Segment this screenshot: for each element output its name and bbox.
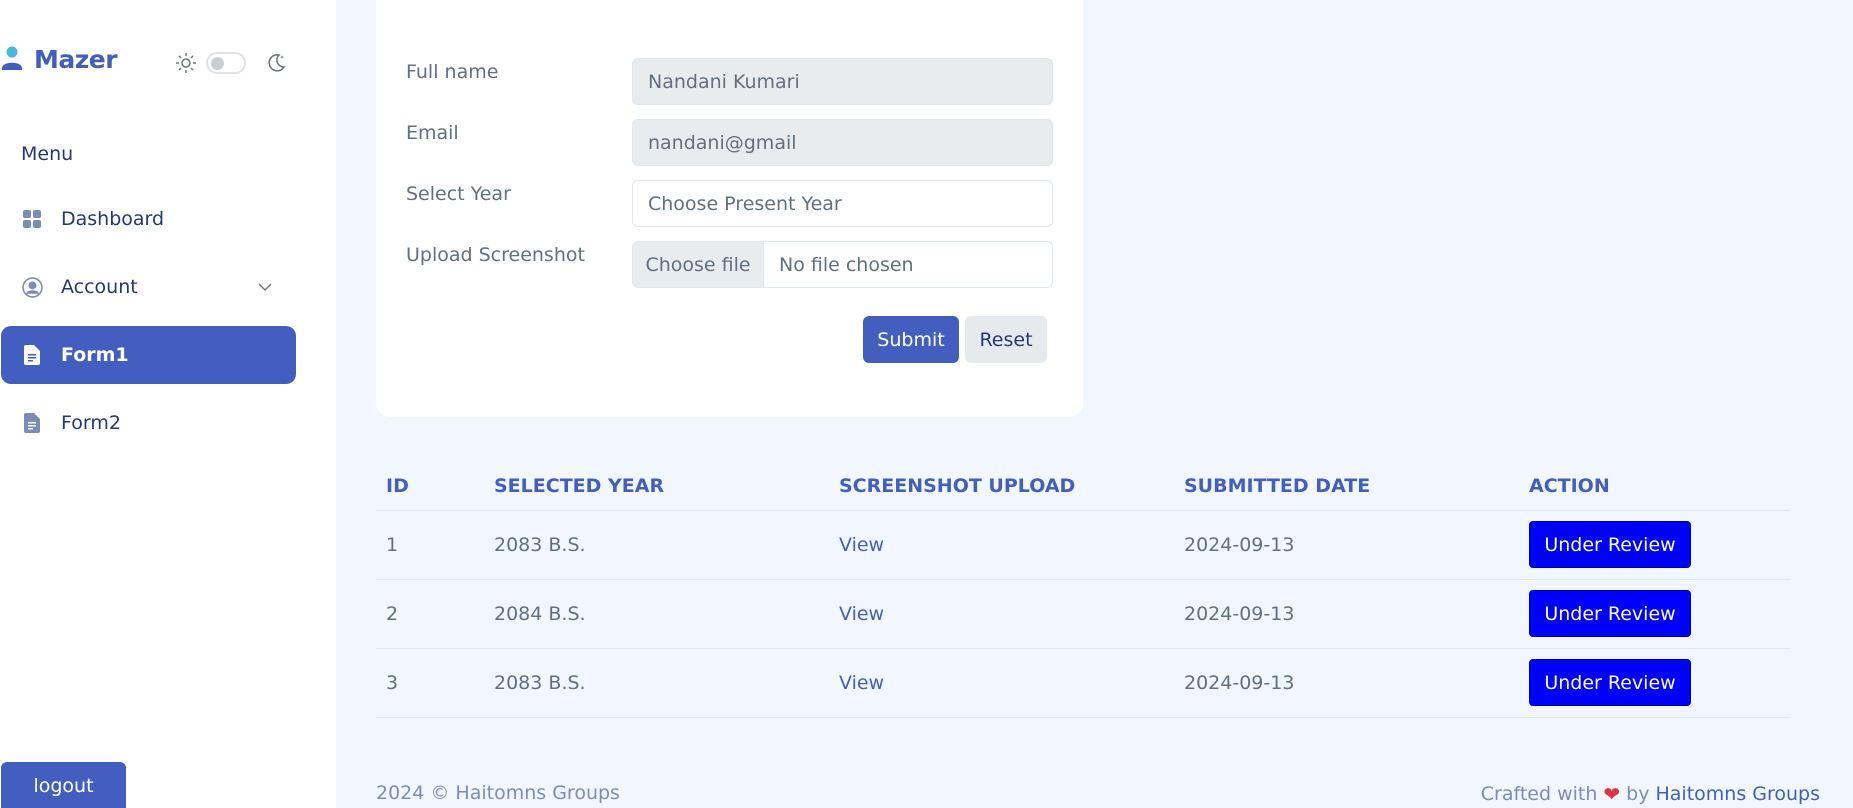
header-screenshot-upload: SCREENSHOT UPLOAD xyxy=(829,462,1174,511)
header-submitted-date: SUBMITTED DATE xyxy=(1174,462,1519,511)
footer-company-link[interactable]: Haitomns Groups xyxy=(1655,783,1820,805)
footer-copyright: 2024 © Haitomns Groups xyxy=(376,782,620,804)
heart-icon: ❤ xyxy=(1603,782,1621,806)
sidebar: Mazer Menu Dashboard Account Form1 Form2… xyxy=(0,0,336,808)
under-review-button[interactable]: Under Review xyxy=(1529,521,1691,568)
cell-upload: View xyxy=(829,579,1174,649)
sidebar-item-label: Form2 xyxy=(61,412,121,434)
cell-upload: View xyxy=(829,648,1174,718)
sun-icon xyxy=(176,53,196,73)
cell-id: 1 xyxy=(376,510,484,580)
cell-action: Under Review xyxy=(1519,510,1790,580)
cell-action: Under Review xyxy=(1519,579,1790,649)
sidebar-item-dashboard[interactable]: Dashboard xyxy=(1,190,296,248)
logout-button[interactable]: logout xyxy=(1,762,126,808)
sidebar-item-label: Account xyxy=(61,276,138,298)
email-field[interactable]: nandani@gmail xyxy=(632,119,1053,166)
brand-name: Mazer xyxy=(34,44,118,74)
sidebar-item-label: Dashboard xyxy=(61,208,165,230)
fullname-row: Full name Nandani Kumari xyxy=(406,58,1053,106)
moon-icon xyxy=(268,54,286,72)
cell-year: 2083 B.S. xyxy=(484,510,829,580)
header-id: ID xyxy=(376,462,484,511)
sidebar-item-label: Form1 xyxy=(61,344,129,366)
fullname-label: Full name xyxy=(406,61,499,83)
chevron-down-icon xyxy=(258,283,272,291)
menu-title: Menu xyxy=(21,143,74,165)
theme-switch-knob xyxy=(211,57,224,70)
fullname-field[interactable]: Nandani Kumari xyxy=(632,58,1053,105)
grid-icon xyxy=(21,208,43,230)
sidebar-item-form1[interactable]: Form1 xyxy=(1,326,296,384)
cell-date: 2024-09-13 xyxy=(1174,579,1519,649)
under-review-button[interactable]: Under Review xyxy=(1529,590,1691,637)
cell-date: 2024-09-13 xyxy=(1174,648,1519,718)
file-text-icon xyxy=(21,344,43,366)
cell-id: 3 xyxy=(376,648,484,718)
table-header-row: ID SELECTED YEAR SCREENSHOT UPLOAD SUBMI… xyxy=(376,462,1790,511)
year-label: Select Year xyxy=(406,183,511,205)
under-review-button[interactable]: Under Review xyxy=(1529,659,1691,706)
table-row: 3 2083 B.S. View 2024-09-13 Under Review xyxy=(376,648,1790,718)
person-circle-icon xyxy=(21,276,43,298)
email-row: Email nandani@gmail xyxy=(406,119,1053,167)
crafted-by: by xyxy=(1626,783,1650,805)
view-link[interactable]: View xyxy=(839,603,884,625)
submit-button[interactable]: Submit xyxy=(863,316,959,363)
theme-toggle xyxy=(174,50,288,76)
cell-year: 2084 B.S. xyxy=(484,579,829,649)
submissions-table: ID SELECTED YEAR SCREENSHOT UPLOAD SUBMI… xyxy=(376,462,1790,718)
upload-row: Upload Screenshot Choose file No file ch… xyxy=(406,241,1053,289)
brand[interactable]: Mazer xyxy=(0,42,118,76)
theme-switch[interactable] xyxy=(206,52,246,74)
footer-credits: Crafted with ❤ by Haitomns Groups xyxy=(1481,782,1820,806)
cell-id: 2 xyxy=(376,579,484,649)
file-name-text: No file chosen xyxy=(779,253,914,276)
person-logo-icon xyxy=(2,46,22,70)
cell-upload: View xyxy=(829,510,1174,580)
cell-action: Under Review xyxy=(1519,648,1790,718)
view-link[interactable]: View xyxy=(839,672,884,694)
crafted-prefix: Crafted with xyxy=(1480,783,1598,805)
sidebar-item-account[interactable]: Account xyxy=(1,258,296,316)
sidebar-item-form2[interactable]: Form2 xyxy=(1,394,296,452)
file-input[interactable]: Choose file No file chosen xyxy=(632,241,1053,288)
sidebar-menu: Dashboard Account Form1 Form2 xyxy=(1,190,296,462)
form-card: Full name Nandani Kumari Email nandani@g… xyxy=(376,0,1083,417)
cell-date: 2024-09-13 xyxy=(1174,510,1519,580)
choose-file-button[interactable]: Choose file xyxy=(633,242,764,287)
table-row: 1 2083 B.S. View 2024-09-13 Under Review xyxy=(376,510,1790,580)
header-action: ACTION xyxy=(1519,462,1790,511)
header-selected-year: SELECTED YEAR xyxy=(484,462,829,511)
upload-label: Upload Screenshot xyxy=(406,244,585,266)
file-text-icon xyxy=(21,412,43,434)
cell-year: 2083 B.S. xyxy=(484,648,829,718)
table-row: 2 2084 B.S. View 2024-09-13 Under Review xyxy=(376,579,1790,649)
reset-button[interactable]: Reset xyxy=(965,316,1047,363)
email-label: Email xyxy=(406,122,459,144)
view-link[interactable]: View xyxy=(839,534,884,556)
year-input[interactable]: Choose Present Year xyxy=(632,180,1053,227)
year-row: Select Year Choose Present Year xyxy=(406,180,1053,228)
